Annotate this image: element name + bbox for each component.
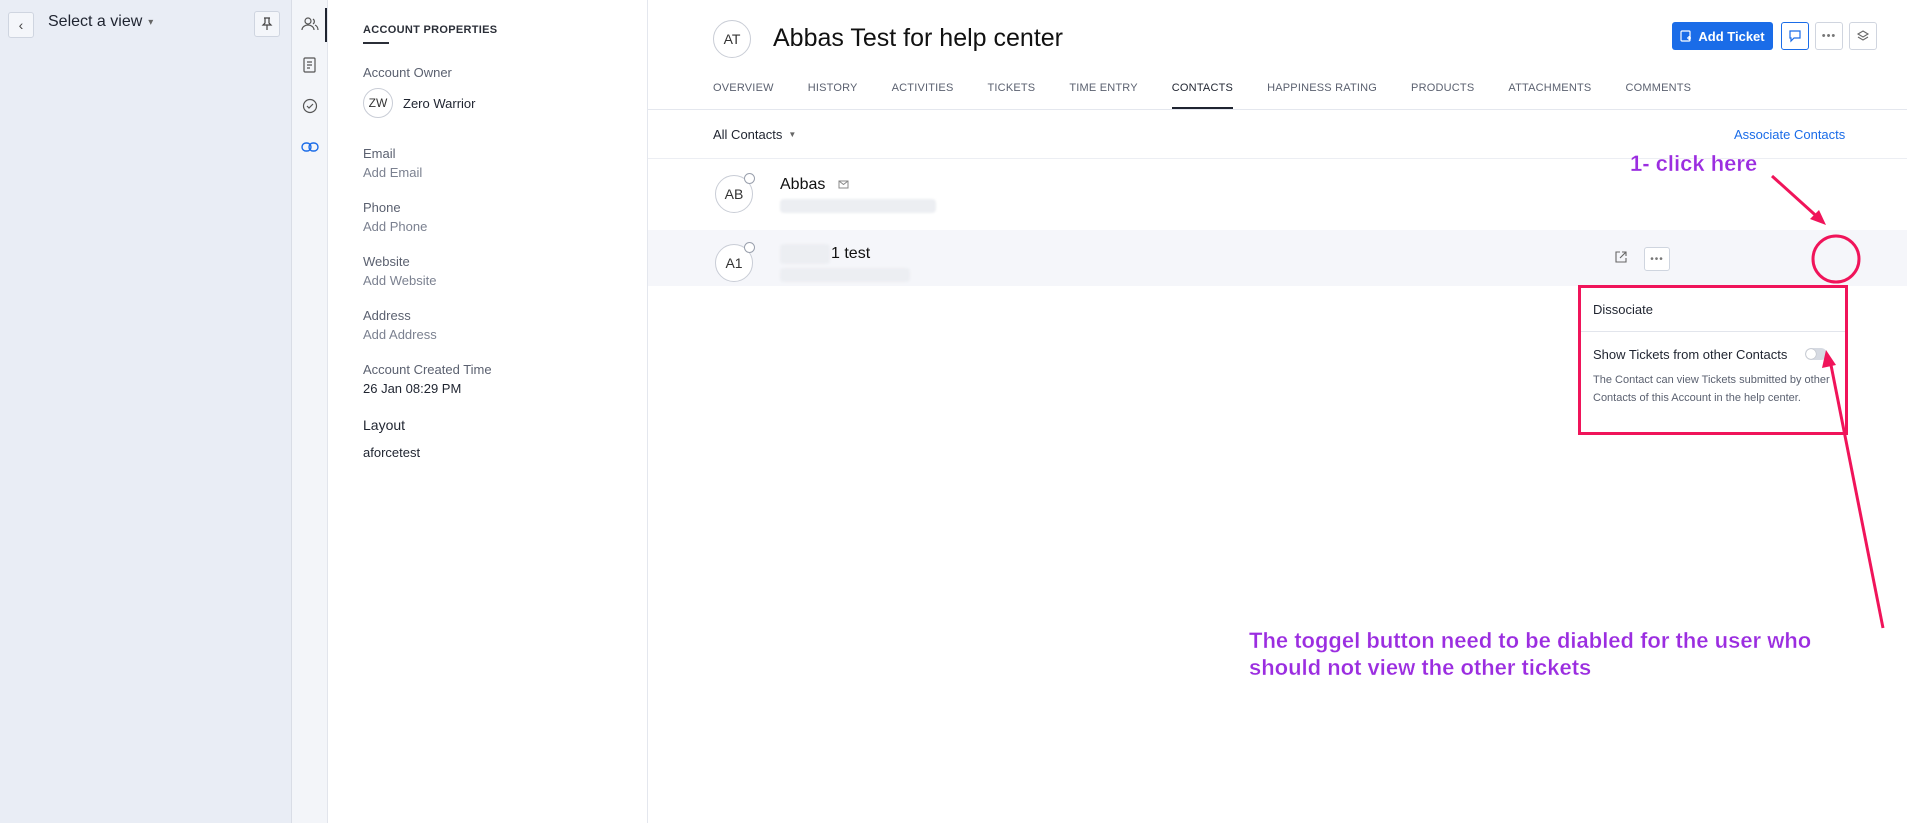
tab-contacts[interactable]: CONTACTS: [1171, 82, 1234, 109]
ticket-icon: [1680, 30, 1692, 42]
show-tickets-toggle[interactable]: [1805, 348, 1827, 360]
view-panel: ‹ Select a view ▾: [0, 0, 292, 823]
tab-time-entry[interactable]: TIME ENTRY: [1069, 82, 1137, 109]
chat-icon: [1789, 30, 1801, 43]
account-properties-title: ACCOUNT PROPERTIES: [363, 24, 498, 36]
annotation-step-1: 1- click here: [1630, 151, 1758, 176]
tab-products[interactable]: PRODUCTS: [1411, 82, 1474, 109]
owner-avatar: ZW: [363, 88, 393, 118]
show-tickets-toggle-label: Show Tickets from other Contacts: [1593, 347, 1788, 362]
blurred-email: [780, 199, 936, 213]
contacts-filter-dropdown[interactable]: All Contacts ▼: [713, 127, 796, 142]
contact-name[interactable]: Abbas: [780, 176, 825, 194]
pin-icon: [261, 17, 273, 30]
tab-comments[interactable]: COMMENTS: [1625, 82, 1691, 109]
dissociate-menu-item[interactable]: Dissociate: [1593, 302, 1653, 317]
back-button[interactable]: ‹: [8, 12, 34, 38]
tab-overview[interactable]: OVERVIEW: [713, 82, 774, 109]
title-underline: [363, 42, 389, 44]
phone-label: Phone: [363, 200, 401, 215]
more-horizontal-icon: •••: [1821, 30, 1837, 42]
created-time-label: Account Created Time: [363, 362, 492, 377]
notes-icon[interactable]: [299, 54, 321, 76]
add-ticket-button[interactable]: Add Ticket: [1672, 22, 1773, 50]
layout-label: Layout: [363, 417, 406, 433]
contact-more-button[interactable]: •••: [1644, 247, 1670, 271]
toggle-knob: [1806, 349, 1816, 359]
tab-attachments[interactable]: ATTACHMENTS: [1508, 82, 1591, 109]
more-horizontal-icon: •••: [1650, 253, 1664, 265]
add-ticket-label: Add Ticket: [1698, 28, 1765, 44]
created-time-value: 26 Jan 08:29 PM: [363, 381, 462, 396]
address-label: Address: [363, 308, 411, 323]
rail-active-indicator: [325, 8, 327, 42]
layers-button[interactable]: [1849, 22, 1877, 50]
more-options-button[interactable]: •••: [1815, 22, 1843, 50]
globe-icon: [744, 173, 755, 184]
account-owner-label: Account Owner: [363, 65, 452, 80]
icon-rail: [292, 0, 328, 823]
chevron-down-icon: ▾: [148, 16, 154, 28]
view-selector-label: Select a view: [48, 13, 143, 30]
layers-icon: [1856, 30, 1870, 41]
chevron-left-icon: ‹: [18, 17, 24, 33]
account-avatar: AT: [713, 20, 751, 58]
tabs-divider: [648, 109, 1907, 110]
email-label: Email: [363, 146, 396, 161]
tab-tickets[interactable]: TICKETS: [988, 82, 1036, 109]
blurred-email: [780, 268, 910, 282]
link-icon[interactable]: [299, 136, 321, 158]
account-properties-panel: ACCOUNT PROPERTIES Account Owner ZW Zero…: [328, 0, 648, 823]
email-status-icon: [838, 178, 850, 190]
toggle-description: The Contact can view Tickets submitted b…: [1593, 374, 1830, 404]
globe-icon: [744, 242, 755, 253]
blurred-first-name: [780, 244, 830, 264]
chat-button[interactable]: [1781, 22, 1809, 50]
chevron-down-icon: ▼: [788, 130, 797, 139]
menu-divider: [1581, 331, 1845, 332]
check-circle-icon[interactable]: [299, 95, 321, 117]
page-title: Abbas Test for help center: [773, 24, 1063, 52]
tab-activities[interactable]: ACTIVITIES: [892, 82, 954, 109]
owner-name[interactable]: Zero Warrior: [403, 96, 475, 111]
contact-name[interactable]: 1 test: [831, 245, 870, 263]
add-phone-field[interactable]: Add Phone: [363, 219, 427, 234]
add-address-field[interactable]: Add Address: [363, 327, 437, 342]
pin-button[interactable]: [254, 11, 280, 37]
contacts-filter-label: All Contacts: [713, 127, 783, 142]
layout-value: aforcetest: [363, 445, 421, 460]
contact-row[interactable]: A1 1 test •••: [648, 230, 1907, 286]
annotation-note-line-2: should not view the other tickets: [1249, 655, 1592, 680]
tab-happiness-rating[interactable]: HAPPINESS RATING: [1267, 82, 1377, 109]
annotation-note-line-1: The toggel button need to be diabled for…: [1249, 628, 1812, 653]
tab-history[interactable]: HISTORY: [808, 82, 858, 109]
tab-bar: OVERVIEW HISTORY ACTIVITIES TICKETS TIME…: [713, 82, 1725, 109]
associate-contacts-link[interactable]: Associate Contacts: [1734, 127, 1845, 142]
open-external-icon[interactable]: [1614, 250, 1628, 264]
add-email-field[interactable]: Add Email: [363, 165, 422, 180]
website-label: Website: [363, 254, 410, 269]
contact-actions-menu: Dissociate Show Tickets from other Conta…: [1578, 285, 1848, 435]
view-selector[interactable]: Select a view ▾: [48, 13, 153, 31]
add-website-field[interactable]: Add Website: [363, 273, 436, 288]
contacts-icon[interactable]: [299, 13, 321, 35]
